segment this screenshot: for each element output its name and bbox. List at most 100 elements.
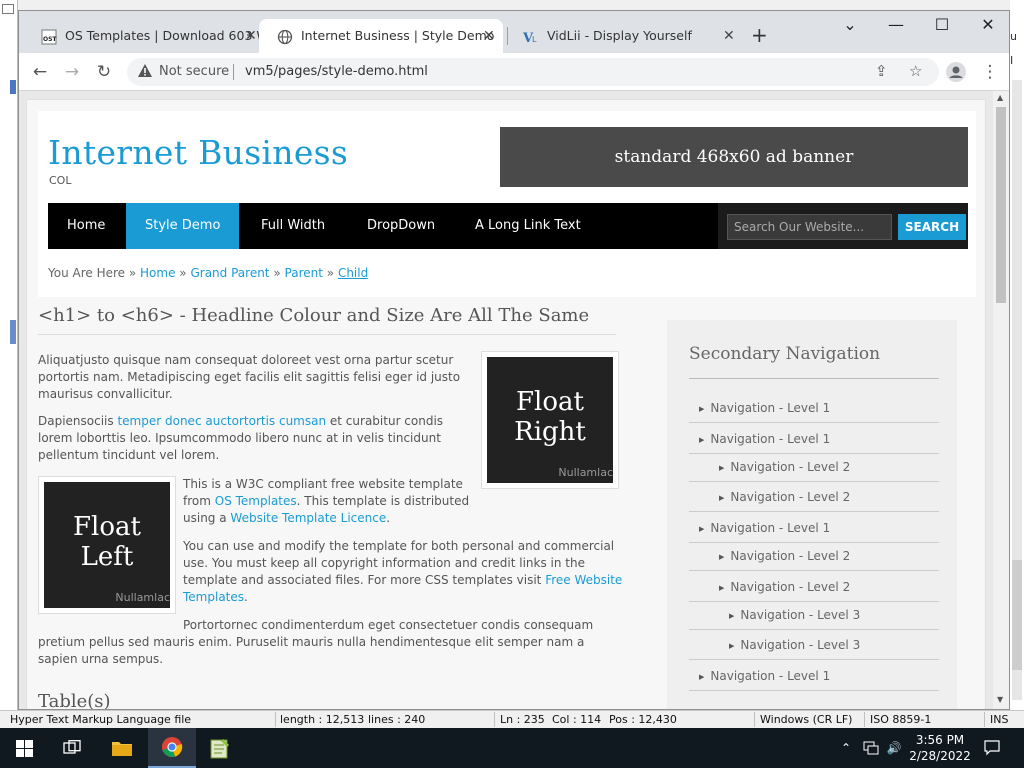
arrow-right-icon: ▶ xyxy=(719,584,725,592)
address-bar[interactable]: Not secure vm5/pages/style-demo.html ⇪ ☆ xyxy=(127,58,939,86)
search-input[interactable] xyxy=(727,214,892,240)
nav-home[interactable]: Home xyxy=(48,203,124,249)
page-scrollbar[interactable]: ▲ ▼ xyxy=(993,91,1009,709)
scrollbar-thumb[interactable] xyxy=(996,107,1006,303)
notepad-plus-plus-icon[interactable] xyxy=(196,728,244,768)
status-length: length : 12,513 xyxy=(280,713,365,726)
sidebar-item-level-2[interactable]: ▶ Navigation - Level 2 xyxy=(689,482,939,512)
float-right-image: Float Right Nullamlac xyxy=(481,351,619,489)
tab-vidlii[interactable]: V L VidLii - Display Yourself ✕ xyxy=(505,19,745,53)
arrow-right-icon: ▶ xyxy=(699,405,705,413)
image-caption: Nullamlac xyxy=(115,591,170,604)
paragraph-4: You can use and modify the template for … xyxy=(183,539,623,604)
sidebar-item-level-3[interactable]: ▶ Navigation - Level 3 xyxy=(689,600,939,630)
windows-start-icon[interactable] xyxy=(0,728,48,768)
breadcrumb-parent[interactable]: Parent xyxy=(285,266,323,280)
breadcrumb-grand-parent[interactable]: Grand Parent xyxy=(190,266,269,280)
paragraph-3: This is a W3C compliant free website tem… xyxy=(183,477,470,525)
edge-text: I xyxy=(1010,54,1014,67)
arrow-right-icon: ▶ xyxy=(699,673,705,681)
file-explorer-icon[interactable] xyxy=(98,728,146,768)
tab-os-templates[interactable]: OST OS Templates | Download 603 W ✕ xyxy=(23,19,269,53)
paragraph-1: Aliquatjusto quisque nam consequat dolor… xyxy=(38,353,461,401)
licence-link[interactable]: Website Template Licence xyxy=(230,511,386,525)
status-pos: Pos : 12,430 xyxy=(609,713,677,726)
scroll-down-icon[interactable]: ▼ xyxy=(997,695,1003,704)
profile-icon[interactable] xyxy=(945,61,967,83)
sidebar-item-level-1[interactable]: ▶ Navigation - Level 1 xyxy=(689,393,939,423)
ost-favicon: OST xyxy=(41,29,57,45)
security-label[interactable]: Not secure xyxy=(159,64,229,79)
nav-full-width[interactable]: Full Width xyxy=(242,203,344,249)
float-right-line1: Float xyxy=(516,387,584,417)
sidebar-item-level-2[interactable]: ▶ Navigation - Level 2 xyxy=(689,541,939,571)
nav-long-link[interactable]: A Long Link Text xyxy=(456,203,600,249)
site-wrapper: Internet Business COL standard 468x60 ad… xyxy=(26,99,986,709)
bookmark-star-icon[interactable]: ☆ xyxy=(909,62,922,80)
chevron-up-icon[interactable]: ⌃ xyxy=(836,728,856,768)
sidebar-item-level-1[interactable]: ▶ Navigation - Level 1 xyxy=(689,661,939,691)
site-logo[interactable]: Internet Business xyxy=(48,133,348,172)
vidlii-favicon: V L xyxy=(523,31,537,45)
float-left-image: Float Left Nullamlac xyxy=(38,476,176,614)
clock-time: 3:56 PM xyxy=(915,733,965,747)
tab-close-icon[interactable]: ✕ xyxy=(723,19,735,53)
sidebar-item-level-1[interactable]: ▶ Navigation - Level 1 xyxy=(689,513,939,543)
breadcrumb-prefix: You Are Here » xyxy=(48,266,137,280)
warning-icon xyxy=(138,64,152,77)
back-arrow-icon[interactable]: ← xyxy=(27,60,53,84)
tab-close-icon[interactable]: ✕ xyxy=(483,19,495,53)
secondary-navigation: Secondary Navigation ▶ Navigation - Level… xyxy=(667,320,957,709)
menu-kebab-icon[interactable]: ⋮ xyxy=(977,60,1003,84)
tab-strip: OST OS Templates | Download 603 W ✕ Inte… xyxy=(19,11,1009,53)
status-ln: Ln : 235 xyxy=(500,713,545,726)
breadcrumb-child[interactable]: Child xyxy=(338,266,368,280)
tab-close-icon[interactable]: ✕ xyxy=(245,19,257,53)
task-view-icon[interactable] xyxy=(48,728,96,768)
tab-title: OS Templates | Download 603 W xyxy=(65,28,269,43)
status-mode: INS xyxy=(990,713,1009,726)
close-window-button[interactable]: ✕ xyxy=(973,15,1003,34)
omnibox-divider xyxy=(233,64,234,80)
scroll-up-icon[interactable]: ▲ xyxy=(997,93,1003,102)
site-slogan: COL xyxy=(49,174,72,187)
reload-icon[interactable]: ↻ xyxy=(91,60,117,84)
ad-banner[interactable]: standard 468x60 ad banner xyxy=(500,127,968,187)
search-button[interactable]: SEARCH xyxy=(898,214,966,240)
editor-marker xyxy=(10,320,16,344)
image-caption: Nullamlac xyxy=(558,466,613,479)
breadcrumb-home[interactable]: Home xyxy=(140,266,175,280)
forward-arrow-icon[interactable]: → xyxy=(59,60,85,84)
sidebar-item-level-2[interactable]: ▶ Navigation - Level 2 xyxy=(689,572,939,602)
tab-style-demo[interactable]: Internet Business | Style Demo ✕ xyxy=(259,19,503,53)
page-viewport: Internet Business COL standard 468x60 ad… xyxy=(19,91,1009,709)
clock[interactable]: 3:56 PM 2/28/2022 xyxy=(900,732,980,764)
globe-icon xyxy=(277,29,293,45)
float-left-line2: Left xyxy=(80,542,134,572)
network-icon[interactable] xyxy=(860,728,882,768)
minimize-button[interactable]: — xyxy=(881,15,911,34)
site-header: Internet Business COL standard 468x60 ad… xyxy=(38,111,976,297)
background-scrollbar-thumb[interactable] xyxy=(1012,560,1022,670)
notification-icon[interactable] xyxy=(980,728,1004,768)
tab-search-icon[interactable]: ⌄ xyxy=(835,15,865,34)
maximize-button[interactable]: ☐ xyxy=(927,15,957,34)
status-encoding: ISO 8859-1 xyxy=(870,713,932,726)
arrow-right-icon: ▶ xyxy=(729,642,735,650)
svg-text:OST: OST xyxy=(43,36,57,43)
os-templates-link[interactable]: OS Templates xyxy=(215,494,297,508)
nav-dropdown[interactable]: DropDown xyxy=(348,203,454,249)
sidebar-item-level-2[interactable]: ▶ Navigation - Level 2 xyxy=(689,452,939,482)
arrow-right-icon: ▶ xyxy=(719,464,725,472)
inline-link[interactable]: temper donec auctortortis cumsan xyxy=(117,414,326,428)
breadcrumb-separator: » xyxy=(273,266,281,280)
chrome-icon[interactable] xyxy=(148,728,196,768)
nav-style-demo[interactable]: Style Demo xyxy=(126,203,240,249)
sidebar-item-level-3[interactable]: ▶ Navigation - Level 3 xyxy=(689,630,939,660)
new-tab-button[interactable]: + xyxy=(751,23,768,47)
url-text[interactable]: vm5/pages/style-demo.html xyxy=(245,64,428,79)
sidebar-item-level-1[interactable]: ▶ Navigation - Level 1 xyxy=(689,424,939,454)
clock-date: 2/28/2022 xyxy=(909,749,971,763)
share-icon[interactable]: ⇪ xyxy=(875,62,888,80)
sidebar-divider xyxy=(689,378,939,379)
